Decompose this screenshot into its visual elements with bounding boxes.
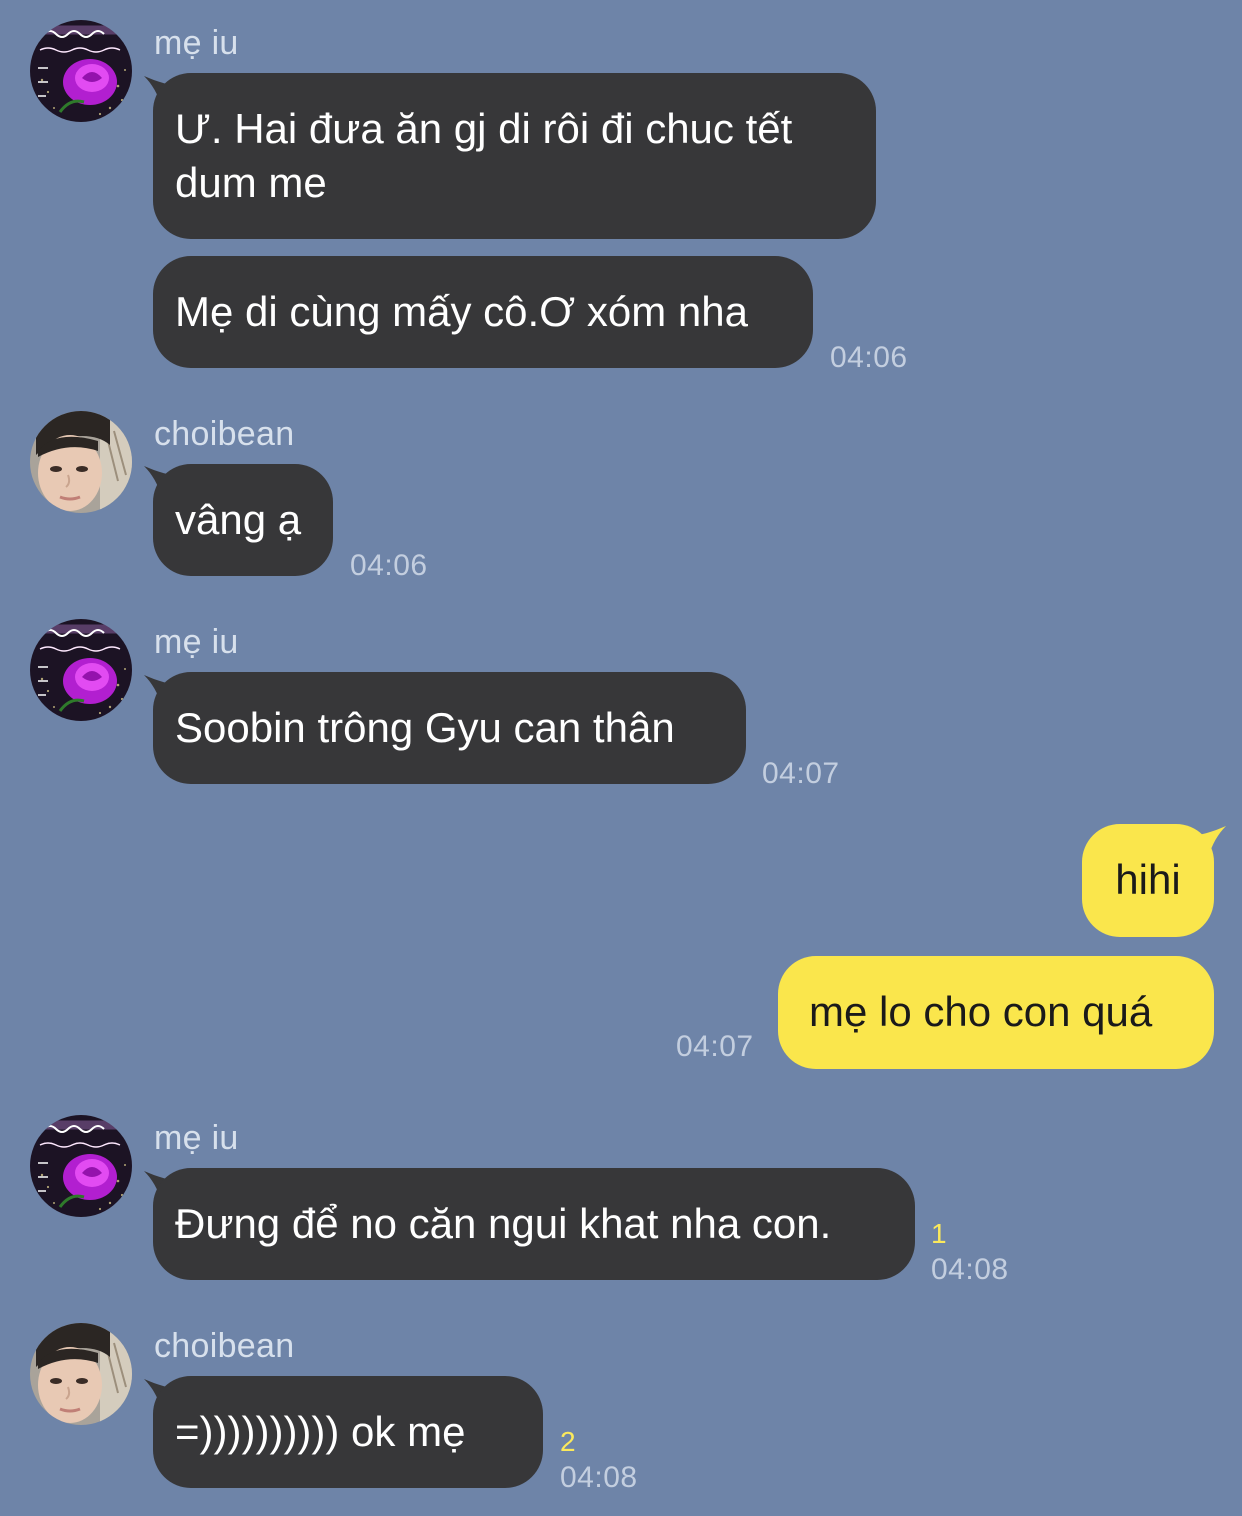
message-time: 04:07 bbox=[762, 757, 840, 790]
choibean-avatar[interactable] bbox=[30, 1323, 132, 1425]
unread-count: 2 bbox=[560, 1426, 576, 1457]
sender-name: mẹ iu bbox=[154, 24, 239, 62]
message-bubble[interactable]: vâng ạ bbox=[153, 464, 333, 576]
message-bubble[interactable]: Ư. Hai đưa ăn gj di rôi đi chuc tết dum … bbox=[153, 73, 876, 239]
message-time: 04:08 bbox=[931, 1253, 1009, 1286]
rose-avatar-icon bbox=[30, 619, 132, 721]
message-bubble[interactable]: Soobin trông Gyu can thân bbox=[153, 672, 746, 784]
sender-name: mẹ iu bbox=[154, 623, 239, 661]
message-time: 04:06 bbox=[350, 549, 428, 582]
choibean-avatar[interactable] bbox=[30, 411, 132, 513]
message-bubble[interactable]: Đưng để no căn ngui khat nha con. bbox=[153, 1168, 915, 1280]
chat-room: mẹ iu Ư. Hai đưa ăn gj di rôi đi chuc tế… bbox=[0, 0, 1242, 1516]
rose-avatar-icon bbox=[30, 20, 132, 122]
unread-count: 1 bbox=[931, 1218, 947, 1249]
sender-name: choibean bbox=[154, 415, 295, 453]
sender-name: mẹ iu bbox=[154, 1119, 239, 1157]
rose-avatar-icon bbox=[30, 1115, 132, 1217]
message-time: 04:07 bbox=[676, 1030, 754, 1063]
message-bubble[interactable]: mẹ lo cho con quá bbox=[778, 956, 1214, 1069]
message-bubble[interactable]: =)))))))))) ok mẹ bbox=[153, 1376, 543, 1488]
message-bubble[interactable]: Mẹ di cùng mấy cô.Ơ xóm nha bbox=[153, 256, 813, 368]
profile-photo-icon bbox=[30, 411, 132, 513]
mom-avatar[interactable] bbox=[30, 1115, 132, 1217]
message-time: 04:06 bbox=[830, 341, 908, 374]
sender-name: choibean bbox=[154, 1327, 295, 1365]
message-time: 04:08 bbox=[560, 1461, 638, 1494]
profile-photo-icon bbox=[30, 1323, 132, 1425]
mom-avatar[interactable] bbox=[30, 619, 132, 721]
message-bubble[interactable]: hihi bbox=[1082, 824, 1214, 937]
mom-avatar[interactable] bbox=[30, 20, 132, 122]
